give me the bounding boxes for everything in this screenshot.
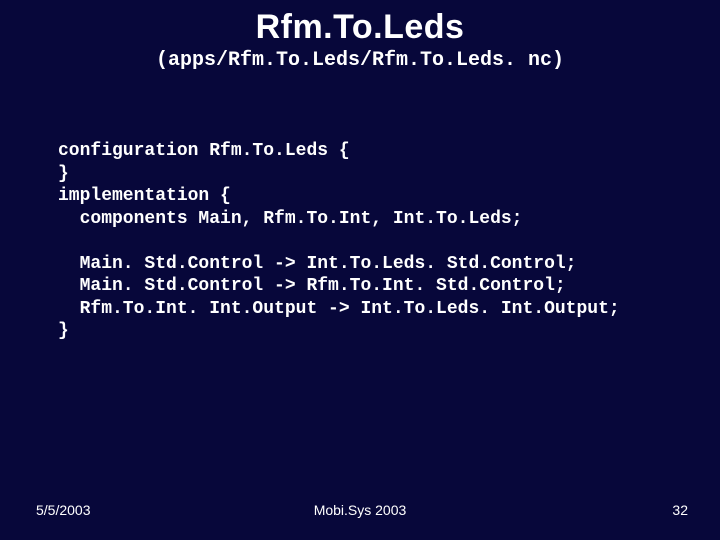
code-line: implementation { (58, 186, 231, 206)
slide-title: Rfm.To.Leds (0, 0, 720, 47)
code-line: } (58, 164, 69, 184)
code-line: Rfm.To.Int. Int.Output -> Int.To.Leds. I… (58, 299, 620, 319)
code-line: } (58, 321, 69, 341)
code-line: Main. Std.Control -> Int.To.Leds. Std.Co… (58, 254, 576, 274)
slide: Rfm.To.Leds (apps/Rfm.To.Leds/Rfm.To.Led… (0, 0, 720, 540)
slide-subtitle: (apps/Rfm.To.Leds/Rfm.To.Leds. nc) (0, 49, 720, 72)
footer-page-number: 32 (672, 502, 688, 518)
footer-venue: Mobi.Sys 2003 (0, 502, 720, 518)
footer: 5/5/2003 Mobi.Sys 2003 32 (0, 502, 720, 522)
code-line: components Main, Rfm.To.Int, Int.To.Leds… (58, 209, 522, 229)
code-line: Main. Std.Control -> Rfm.To.Int. Std.Con… (58, 276, 566, 296)
code-line: configuration Rfm.To.Leds { (58, 141, 350, 161)
code-block: configuration Rfm.To.Leds { } implementa… (58, 140, 680, 343)
